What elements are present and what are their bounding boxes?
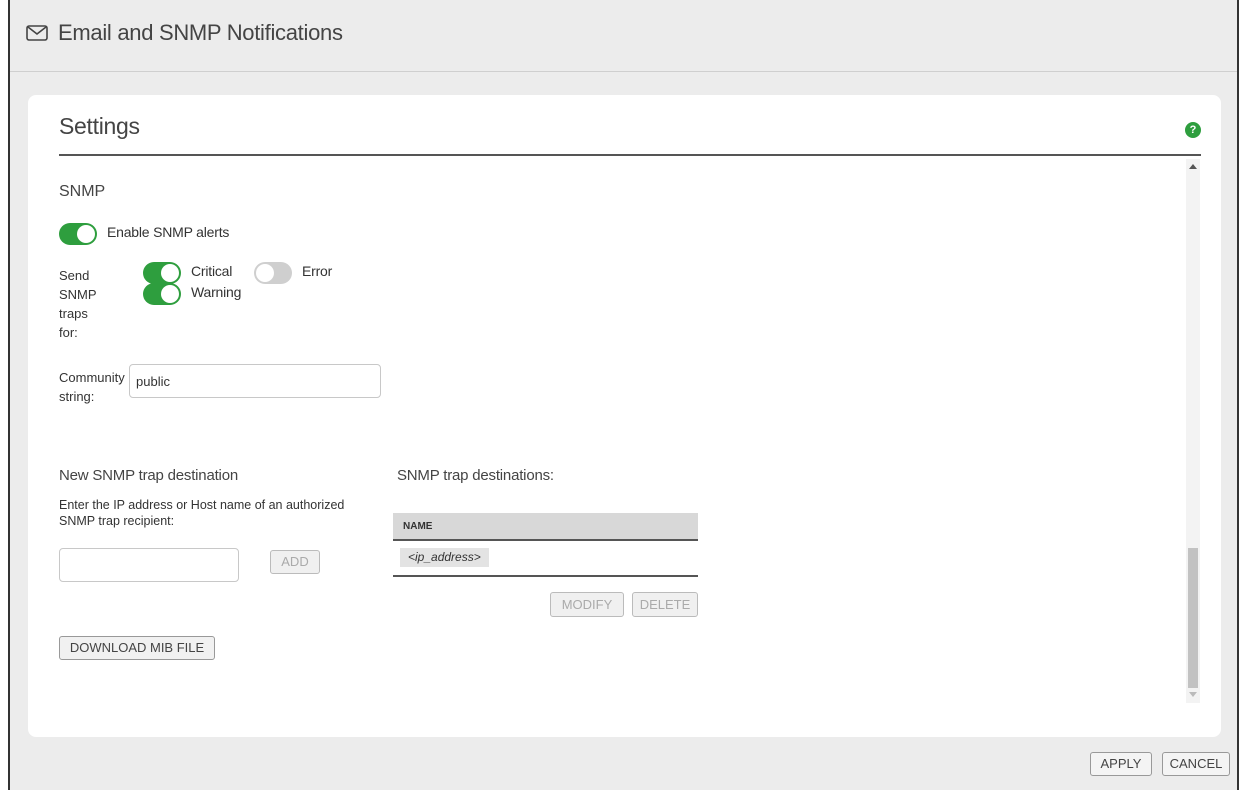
apply-button[interactable]: APPLY — [1090, 752, 1152, 776]
card-title: Settings — [59, 113, 140, 139]
cancel-button[interactable]: CANCEL — [1162, 752, 1230, 776]
add-button[interactable]: ADD — [270, 550, 320, 574]
scroll-down-arrow-icon[interactable] — [1189, 692, 1197, 697]
download-mib-button[interactable]: DOWNLOAD MIB FILE — [59, 636, 215, 660]
community-string-label: Community string: — [59, 370, 125, 404]
new-destination-instructions: Enter the IP address or Host name of an … — [59, 498, 345, 528]
warning-toggle[interactable] — [143, 283, 181, 305]
error-toggle[interactable] — [254, 262, 292, 284]
error-label: Error — [302, 263, 333, 279]
community-string-input[interactable] — [129, 364, 381, 398]
envelope-icon — [26, 24, 48, 41]
scroll-up-arrow-icon[interactable] — [1189, 164, 1197, 169]
table-header-name: NAME — [393, 513, 698, 541]
toggle-knob — [256, 264, 274, 282]
window-title: Email and SNMP Notifications — [58, 19, 343, 45]
destination-cell[interactable]: <ip_address> — [400, 548, 489, 567]
modify-button[interactable]: MODIFY — [550, 592, 624, 617]
toggle-knob — [161, 285, 179, 303]
critical-toggle[interactable] — [143, 262, 181, 284]
critical-label: Critical — [191, 263, 233, 279]
enable-snmp-toggle[interactable] — [59, 223, 97, 245]
settings-scroll-area: SNMP Enable SNMP alerts Send SNMP traps … — [59, 156, 1201, 706]
toggle-knob — [77, 225, 95, 243]
scrollbar-thumb[interactable] — [1188, 548, 1198, 688]
notifications-window: Email and SNMP Notifications Settings ? … — [8, 0, 1239, 790]
destinations-table: NAME <ip_address> — [393, 513, 698, 577]
send-traps-label: Send SNMP traps for: — [59, 268, 97, 340]
table-row[interactable]: <ip_address> — [393, 541, 698, 577]
trap-destination-input[interactable] — [59, 548, 239, 582]
warning-label: Warning — [191, 284, 242, 300]
new-destination-heading: New SNMP trap destination — [59, 467, 238, 484]
help-icon[interactable]: ? — [1185, 122, 1201, 138]
enable-snmp-label: Enable SNMP alerts — [107, 224, 230, 240]
settings-card: Settings ? SNMP Enable SNMP alerts Send … — [28, 95, 1221, 737]
toggle-knob — [161, 264, 179, 282]
snmp-heading: SNMP — [59, 183, 106, 200]
vertical-scrollbar[interactable] — [1186, 159, 1200, 703]
delete-button[interactable]: DELETE — [632, 592, 698, 617]
title-bar: Email and SNMP Notifications — [10, 0, 1237, 72]
destinations-heading: SNMP trap destinations: — [397, 467, 554, 484]
